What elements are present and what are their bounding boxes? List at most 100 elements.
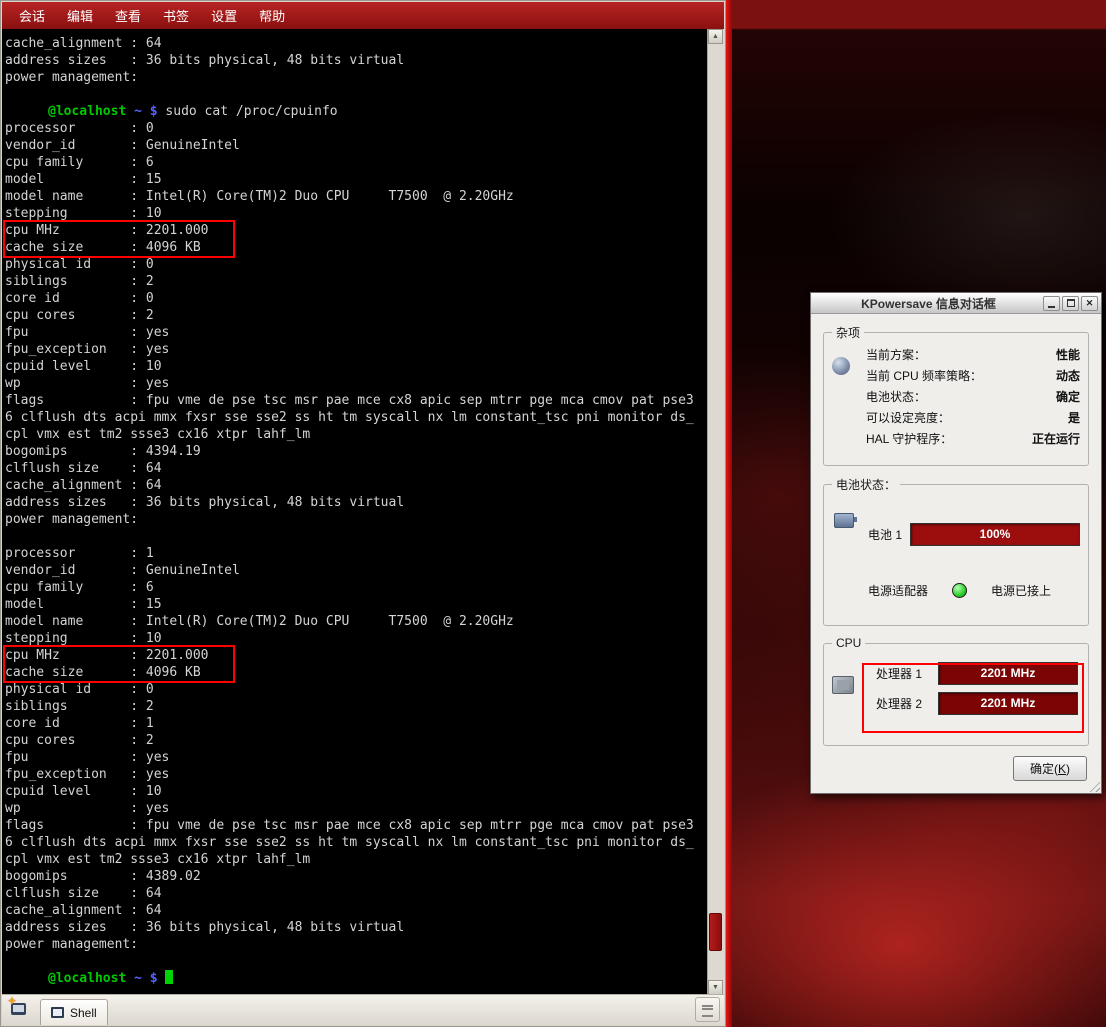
dialog-title: KPowersave 信息对话框 bbox=[814, 295, 1043, 312]
terminal-line: stepping : 10 bbox=[5, 205, 705, 222]
ac-adapter-row: 电源适配器 电源已接上 bbox=[868, 582, 1080, 599]
session-list-button[interactable] bbox=[695, 997, 720, 1022]
menu-item-edit[interactable]: 编辑 bbox=[56, 2, 104, 29]
tab-bar: ✦ Shell bbox=[2, 994, 724, 1025]
cpu-rows: 处理器 12201 MHz 处理器 2 2201 MHz bbox=[876, 662, 1080, 715]
terminal-line: fpu_exception : yes bbox=[5, 766, 705, 783]
ok-label: 确定( bbox=[1030, 762, 1058, 776]
terminal-line: clflush size : 64 bbox=[5, 885, 705, 902]
terminal-line: cpu MHz : 2201.000 bbox=[5, 647, 705, 664]
menu-item-session[interactable]: 会话 bbox=[8, 2, 56, 29]
terminal-line: siblings : 2 bbox=[5, 273, 705, 290]
misc-row: 可以设定亮度：是 bbox=[866, 408, 1080, 429]
terminal-line: cpl vmx est tm2 ssse3 cx16 xtpr lahf_lm bbox=[5, 426, 705, 443]
menu-bar: 会话编辑查看书签设置帮助 bbox=[2, 2, 724, 29]
scroll-down-button[interactable]: ▼ bbox=[708, 980, 723, 995]
terminal-annotation-box: cpu MHz : 2201.000cache size : 4096 KB bbox=[5, 222, 705, 256]
shell-tab-label: Shell bbox=[70, 1006, 97, 1020]
kpowersave-icon bbox=[832, 357, 850, 375]
close-icon: ✕ bbox=[1086, 299, 1094, 308]
terminal-line: cpl vmx est tm2 ssse3 cx16 xtpr lahf_lm bbox=[5, 851, 705, 868]
terminal-line: cache_alignment : 64 bbox=[5, 902, 705, 919]
window-buttons: ✕ bbox=[1043, 296, 1098, 311]
terminal-line: model name : Intel(R) Core(TM)2 Duo CPU … bbox=[5, 188, 705, 205]
terminal-viewport[interactable]: cache_alignment : 64address sizes : 36 b… bbox=[2, 29, 724, 995]
terminal-line: physical id : 0 bbox=[5, 256, 705, 273]
cpu-row-label: 处理器 2 bbox=[876, 695, 930, 712]
ac-adapter-label: 电源适配器 bbox=[868, 582, 928, 599]
ok-button[interactable]: 确定(K) bbox=[1013, 756, 1087, 781]
terminal-line: cpu cores : 2 bbox=[5, 732, 705, 749]
maximize-button[interactable] bbox=[1062, 296, 1079, 311]
session-list-icon bbox=[702, 1005, 713, 1017]
ac-adapter-status: 电源已接上 bbox=[991, 582, 1051, 599]
terminal-line: cache_alignment : 64 bbox=[5, 477, 705, 494]
close-button[interactable]: ✕ bbox=[1081, 296, 1098, 311]
cpu-group-title: CPU bbox=[832, 636, 865, 650]
new-session-star-icon: ✦ bbox=[7, 996, 17, 1006]
misc-row-label: HAL 守护程序： bbox=[866, 429, 952, 450]
misc-row-label: 可以设定亮度： bbox=[866, 408, 950, 429]
terminal-prompt-line: @localhost ~ $ bbox=[5, 970, 705, 987]
misc-row: 当前方案：性能 bbox=[866, 345, 1080, 366]
prompt-path: ~ $ bbox=[126, 971, 165, 986]
terminal-line: cpuid level : 10 bbox=[5, 783, 705, 800]
misc-group: 杂项 当前方案：性能当前 CPU 频率策略：动态电池状态：确定可以设定亮度：是H… bbox=[823, 324, 1089, 466]
tab-shell[interactable]: Shell bbox=[40, 999, 108, 1025]
scrollbar-thumb[interactable] bbox=[709, 913, 722, 951]
misc-group-title: 杂项 bbox=[832, 324, 864, 341]
terminal-line: cpu family : 6 bbox=[5, 154, 705, 171]
misc-row-value: 正在运行 bbox=[1032, 429, 1080, 450]
prompt-host: @localhost bbox=[48, 104, 126, 119]
terminal-line: power management: bbox=[5, 936, 705, 953]
terminal-line: power management: bbox=[5, 511, 705, 528]
terminal-line: cpu cores : 2 bbox=[5, 307, 705, 324]
menu-item-view[interactable]: 查看 bbox=[104, 2, 152, 29]
cpu-frequency-bar: 2201 MHz bbox=[938, 692, 1078, 715]
new-session-button[interactable]: ✦ bbox=[5, 996, 33, 1023]
terminal-line: address sizes : 36 bits physical, 48 bit… bbox=[5, 52, 705, 69]
terminal-line: model : 15 bbox=[5, 171, 705, 188]
ok-accel-key: K bbox=[1058, 762, 1066, 776]
button-row: 确定(K) bbox=[823, 756, 1089, 781]
dialog-titlebar[interactable]: KPowersave 信息对话框 ✕ bbox=[811, 293, 1101, 314]
terminal-line: wp : yes bbox=[5, 375, 705, 392]
scroll-up-button[interactable]: ▲ bbox=[708, 29, 723, 44]
battery-group: 电池状态： 电池 1 100% 电源适配器 电源已接上 bbox=[823, 476, 1089, 626]
terminal-line: model : 15 bbox=[5, 596, 705, 613]
terminal-line: vendor_id : GenuineIntel bbox=[5, 137, 705, 154]
battery-label: 电池 1 bbox=[868, 526, 902, 543]
terminal-scrollbar[interactable]: ▲ ▼ bbox=[707, 29, 724, 995]
desktop: 会话编辑查看书签设置帮助 cache_alignment : 64address… bbox=[0, 0, 1106, 1027]
cpu-icon bbox=[832, 676, 854, 694]
terminal-line: core id : 0 bbox=[5, 290, 705, 307]
shell-tab-icon bbox=[51, 1007, 64, 1018]
terminal-line: cpu MHz : 2201.000 bbox=[5, 222, 705, 239]
battery-group-title: 电池状态： bbox=[832, 476, 900, 493]
misc-rows: 当前方案：性能当前 CPU 频率策略：动态电池状态：确定可以设定亮度：是HAL … bbox=[866, 345, 1080, 450]
terminal-prompt-line: @localhost ~ $ sudo cat /proc/cpuinfo bbox=[5, 103, 705, 120]
terminal-line: address sizes : 36 bits physical, 48 bit… bbox=[5, 919, 705, 936]
misc-row: 电池状态：确定 bbox=[866, 387, 1080, 408]
misc-row-value: 性能 bbox=[1056, 345, 1080, 366]
terminal-line: 6 clflush dts acpi mmx fxsr sse sse2 ss … bbox=[5, 409, 705, 426]
maximize-icon bbox=[1067, 299, 1075, 307]
battery-progress-bar: 100% bbox=[910, 523, 1080, 546]
terminal-line: stepping : 10 bbox=[5, 630, 705, 647]
misc-row: HAL 守护程序： 正在运行 bbox=[866, 429, 1080, 450]
menu-item-settings[interactable]: 设置 bbox=[200, 2, 248, 29]
cpu-row: 处理器 2 2201 MHz bbox=[876, 692, 1080, 715]
menu-item-bookmarks[interactable]: 书签 bbox=[152, 2, 200, 29]
cpu-row: 处理器 12201 MHz bbox=[876, 662, 1080, 685]
command-text: sudo cat /proc/cpuinfo bbox=[165, 104, 337, 119]
terminal-line: core id : 1 bbox=[5, 715, 705, 732]
terminal-line: flags : fpu vme de pse tsc msr pae mce c… bbox=[5, 392, 705, 409]
terminal-line: clflush size : 64 bbox=[5, 460, 705, 477]
ok-label-close: ) bbox=[1066, 762, 1070, 776]
minimize-button[interactable] bbox=[1043, 296, 1060, 311]
terminal-line bbox=[5, 86, 705, 103]
prompt-host: @localhost bbox=[48, 971, 126, 986]
menu-item-help[interactable]: 帮助 bbox=[248, 2, 296, 29]
terminal-line: fpu_exception : yes bbox=[5, 341, 705, 358]
dialog-body: 杂项 当前方案：性能当前 CPU 频率策略：动态电池状态：确定可以设定亮度：是H… bbox=[811, 314, 1101, 793]
